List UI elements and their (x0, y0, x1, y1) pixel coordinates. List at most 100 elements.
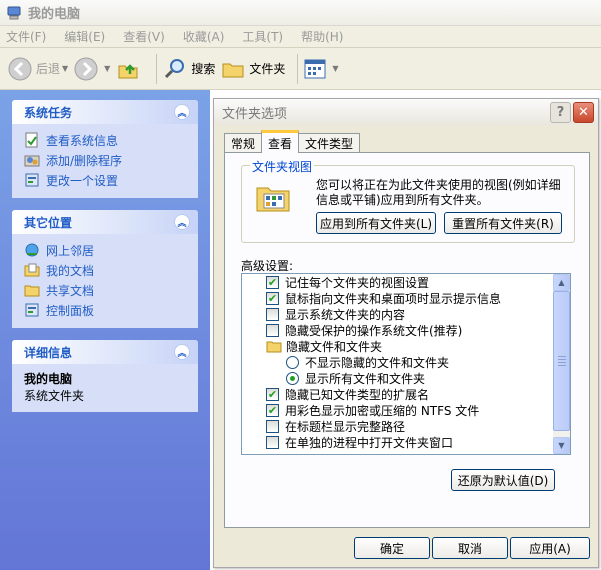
apply-button[interactable]: 应用(A) (510, 537, 590, 559)
advanced-setting-row[interactable]: 隐藏受保护的操作系统文件(推荐) (242, 322, 554, 338)
scroll-up-icon[interactable]: ▲ (553, 274, 570, 291)
cancel-button[interactable]: 取消 (432, 537, 508, 559)
advanced-setting-row[interactable]: ✔ 鼠标指向文件夹和桌面项时显示提示信息 (242, 290, 554, 306)
setting-checkbox[interactable]: ✔ (266, 403, 279, 417)
setting-checkbox[interactable]: ✔ (266, 275, 279, 289)
back-dropdown-icon[interactable]: ▼ (62, 64, 68, 73)
reset-all-folders-button[interactable]: 重置所有文件夹(R) (444, 212, 562, 234)
search-label: 搜索 (191, 62, 216, 76)
forward-button[interactable]: ▼ (74, 52, 110, 86)
menu-view[interactable]: 查看(V) (123, 28, 165, 45)
forward-dropdown-icon[interactable]: ▼ (104, 64, 110, 73)
views-icon (304, 59, 326, 78)
up-button[interactable] (116, 52, 144, 86)
scroll-down-icon[interactable]: ▼ (553, 437, 570, 454)
back-arrow-icon (8, 57, 32, 80)
network-places-link[interactable]: 网上邻居 (24, 240, 186, 260)
collapse-icon[interactable]: ︽ (174, 214, 190, 230)
control-panel-link[interactable]: 控制面板 (24, 300, 186, 320)
menu-file[interactable]: 文件(F) (6, 28, 46, 45)
my-documents-link[interactable]: 我的文档 (24, 260, 186, 280)
other-places-header[interactable]: 其它位置 ︽ (12, 210, 198, 234)
view-system-info-label: 查看系统信息 (46, 133, 119, 148)
dialog-titlebar[interactable]: 文件夹选项 ? ✕ (214, 99, 598, 125)
menu-bar: 文件(F) 编辑(E) 查看(V) 收藏(A) 工具(T) 帮助(H) (0, 26, 601, 48)
network-places-icon (25, 243, 39, 257)
close-icon[interactable]: ✕ (573, 101, 594, 123)
toolbar-separator (297, 53, 299, 84)
forward-arrow-icon (74, 57, 98, 80)
setting-label: 鼠标指向文件夹和桌面项时显示提示信息 (285, 291, 502, 306)
tab-strip: 常规 查看 文件类型 (224, 130, 361, 153)
setting-label: 在标题栏显示完整路径 (285, 419, 406, 434)
advanced-setting-row[interactable]: ✔ 记住每个文件夹的视图设置 (242, 274, 554, 290)
menu-favorites[interactable]: 收藏(A) (183, 28, 225, 45)
vertical-scrollbar[interactable]: ▲ ▼ (553, 274, 570, 454)
dialog-title: 文件夹选项 (222, 106, 288, 122)
advanced-setting-row[interactable]: 显示所有文件和文件夹 (242, 370, 554, 386)
details-item-type: 系统文件夹 (24, 389, 85, 403)
advanced-setting-row[interactable]: 显示系统文件夹的内容 (242, 306, 554, 322)
control-panel-icon (25, 303, 39, 317)
tab-view[interactable]: 查看 (261, 130, 300, 153)
advanced-setting-row[interactable]: 在标题栏显示完整路径 (242, 418, 554, 434)
add-remove-programs-label: 添加/删除程序 (46, 153, 123, 168)
add-remove-programs-link[interactable]: 添加/删除程序 (24, 150, 186, 170)
setting-checkbox[interactable]: ✔ (266, 387, 279, 401)
views-button[interactable]: ▼ (304, 52, 339, 86)
system-tasks-header[interactable]: 系统任务 ︽ (12, 100, 198, 124)
apply-to-all-folders-button[interactable]: 应用到所有文件夹(L) (316, 212, 436, 234)
back-label: 后退 (36, 62, 61, 76)
system-info-icon (25, 132, 38, 148)
tab-general[interactable]: 常规 (224, 133, 263, 153)
setting-label: 不显示隐藏的文件和文件夹 (305, 355, 450, 370)
setting-checkbox[interactable] (266, 307, 279, 321)
views-dropdown-icon[interactable]: ▼ (332, 64, 338, 73)
setting-label: 记住每个文件夹的视图设置 (285, 275, 430, 290)
change-setting-link[interactable]: 更改一个设置 (24, 170, 186, 190)
details-header[interactable]: 详细信息 ︽ (12, 340, 198, 364)
setting-label: 隐藏文件和文件夹 (286, 339, 383, 354)
menu-help[interactable]: 帮助(H) (301, 28, 343, 45)
folder-views-icon (256, 187, 290, 212)
folders-button[interactable]: 文件夹 (221, 52, 285, 86)
network-places-label: 网上邻居 (46, 243, 95, 258)
setting-checkbox[interactable] (266, 323, 279, 337)
ok-button[interactable]: 确定 (354, 537, 430, 559)
setting-checkbox[interactable] (266, 419, 279, 433)
menu-edit[interactable]: 编辑(E) (64, 28, 105, 45)
setting-checkbox[interactable]: ✔ (266, 291, 279, 305)
advanced-setting-row[interactable]: ✔ 隐藏已知文件类型的扩展名 (242, 386, 554, 402)
advanced-setting-row[interactable]: 隐藏文件和文件夹 (242, 338, 554, 354)
folder-views-legend: 文件夹视图 (250, 158, 315, 175)
help-icon[interactable]: ? (550, 101, 571, 123)
advanced-setting-row[interactable]: 在单独的进程中打开文件夹窗口 (242, 434, 554, 450)
search-button[interactable]: 搜索 (163, 52, 215, 86)
tab-file-types[interactable]: 文件类型 (298, 133, 361, 153)
control-panel-label: 控制面板 (46, 303, 95, 318)
restore-defaults-button[interactable]: 还原为默认值(D) (451, 469, 555, 491)
folder-icon (222, 63, 244, 77)
folder-views-description: 您可以将正在为此文件夹使用的视图(例如详细信息或平铺)应用到所有文件夹。 (316, 178, 561, 207)
scroll-thumb[interactable] (553, 291, 570, 431)
advanced-setting-row[interactable]: ✔ 用彩色显示加密或压缩的 NTFS 文件 (242, 402, 554, 418)
setting-radio[interactable] (286, 371, 299, 385)
back-button[interactable]: 后退 ▼ (8, 52, 68, 86)
my-documents-icon (24, 263, 40, 277)
search-icon (165, 58, 185, 78)
other-places-title: 其它位置 (24, 215, 73, 230)
folder-icon (266, 341, 282, 353)
view-system-info-link[interactable]: 查看系统信息 (24, 130, 186, 150)
shared-documents-link[interactable]: 共享文档 (24, 280, 186, 300)
setting-label: 在单独的进程中打开文件夹窗口 (285, 435, 454, 450)
collapse-icon[interactable]: ︽ (174, 104, 190, 120)
details-body: 我的电脑 系统文件夹 (12, 364, 198, 412)
my-documents-label: 我的文档 (46, 263, 95, 278)
folder-views-group: 文件夹视图 您可以将正在为此文件夹使用的视图(例如详细信息或平铺)应用到所有文件… (241, 158, 575, 243)
advanced-settings-list[interactable]: ✔ 记住每个文件夹的视图设置 ✔ 鼠标指向文件夹和桌面项时显示提示信息 显示系统文件夹的… (241, 273, 571, 455)
advanced-setting-row[interactable]: 不显示隐藏的文件和文件夹 (242, 354, 554, 370)
setting-radio[interactable] (286, 355, 299, 369)
menu-tools[interactable]: 工具(T) (242, 28, 283, 45)
collapse-icon[interactable]: ︽ (174, 344, 190, 360)
setting-checkbox[interactable] (266, 435, 279, 449)
